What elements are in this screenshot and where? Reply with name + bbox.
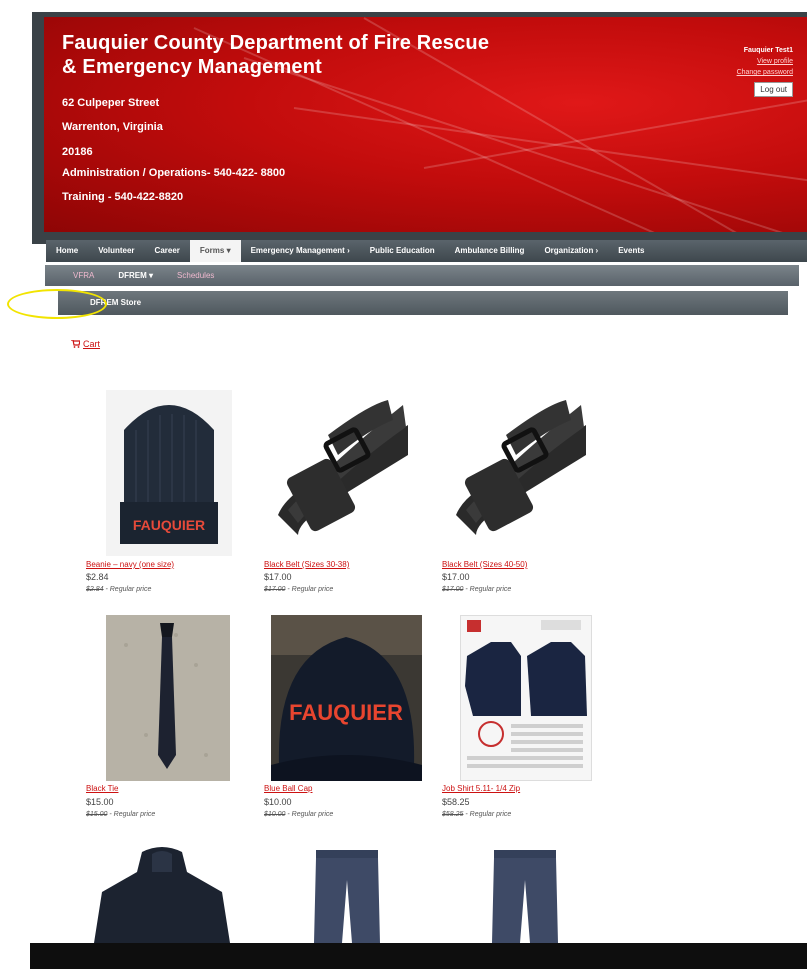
product-price: $17.00: [264, 572, 292, 582]
product-image-blue-ball-cap[interactable]: FAUQUIER: [271, 615, 422, 781]
address-street: 62 Culpeper Street: [62, 97, 160, 109]
change-password-link[interactable]: Change password: [737, 67, 793, 78]
main-nav: Home Volunteer Career Forms ▾ Emergency …: [46, 240, 807, 262]
site-title-line1: Fauquier County Department of Fire Rescu…: [62, 32, 490, 54]
sub-nav: VFRA DFREM ▾ Schedules: [45, 265, 799, 286]
user-name: Fauquier Test1: [743, 47, 793, 54]
nav-public-education[interactable]: Public Education: [360, 240, 445, 262]
product-name-link[interactable]: Job Shirt 5.11- 1/4 Zip: [442, 784, 520, 793]
product-price: $10.00: [264, 797, 292, 807]
subnav-dfrem[interactable]: DFREM ▾: [106, 271, 165, 280]
product-image-belt-40-50[interactable]: [446, 395, 591, 551]
nav-emergency-management[interactable]: Emergency Management ›: [241, 240, 360, 262]
product-image-black-tie[interactable]: [106, 615, 230, 781]
product-image-belt-30-38[interactable]: [268, 395, 413, 551]
header-banner: Fauquier County Department of Fire Rescu…: [44, 17, 807, 232]
cart-label: Cart: [83, 339, 101, 349]
subnav-schedules[interactable]: Schedules: [165, 271, 226, 280]
product-image-jacket[interactable]: [92, 842, 232, 943]
nav-ambulance-billing[interactable]: Ambulance Billing: [445, 240, 535, 262]
subsub-nav: DFREM Store: [58, 291, 788, 315]
site-title[interactable]: Fauquier County Department of Fire Rescu…: [62, 31, 489, 79]
site-title-line2: & Emergency Management: [62, 56, 323, 78]
product-image-pants[interactable]: [312, 850, 382, 943]
highlight-circle: [7, 289, 107, 319]
nav-career[interactable]: Career: [145, 240, 190, 262]
beanie-print-text: FAUQUIER: [133, 517, 205, 533]
subnav-vfra[interactable]: VFRA: [61, 271, 106, 280]
product-price: $2.84: [86, 572, 109, 582]
nav-forms[interactable]: Forms ▾: [189, 240, 241, 262]
cap-print-text: FAUQUIER: [289, 700, 403, 725]
product-image-beanie[interactable]: FAUQUIER: [106, 390, 232, 556]
phone-training: Training - 540-422-8820: [62, 191, 184, 203]
product-regular-price: $2.84 - Regular price: [86, 586, 152, 593]
user-box: Fauquier Test1 View profile Change passw…: [737, 45, 793, 97]
product-name-link[interactable]: Black Tie: [86, 784, 118, 793]
product-name-link[interactable]: Black Belt (Sizes 30-38): [264, 560, 349, 569]
product-name-link[interactable]: Black Belt (Sizes 40-50): [442, 560, 527, 569]
nav-organization[interactable]: Organization ›: [534, 240, 608, 262]
cart-icon: [71, 340, 80, 348]
product-regular-price: $17.00 - Regular price: [442, 586, 512, 593]
nav-volunteer[interactable]: Volunteer: [88, 240, 144, 262]
product-price: $17.00: [442, 572, 470, 582]
product-price: $15.00: [86, 797, 114, 807]
logout-button[interactable]: Log out: [754, 82, 793, 97]
product-regular-price: $17.00 - Regular price: [264, 586, 334, 593]
product-price: $58.25: [442, 797, 470, 807]
footer-bar: [30, 943, 807, 969]
nav-events[interactable]: Events: [608, 240, 654, 262]
nav-home[interactable]: Home: [46, 240, 88, 262]
cart-link[interactable]: Cart: [71, 339, 100, 349]
product-regular-price: $10.00 - Regular price: [264, 811, 334, 818]
address-zip: 20186: [62, 146, 93, 158]
view-profile-link[interactable]: View profile: [737, 56, 793, 67]
address-city: Warrenton, Virginia: [62, 121, 163, 133]
product-image-pants[interactable]: [490, 850, 560, 943]
product-name-link[interactable]: Beanie – navy (one size): [86, 560, 174, 569]
product-name-link[interactable]: Blue Ball Cap: [264, 784, 312, 793]
product-regular-price: $15.00 - Regular price: [86, 811, 156, 818]
phone-admin: Administration / Operations- 540-422- 88…: [62, 167, 286, 179]
product-regular-price: $58.25 - Regular price: [442, 811, 512, 818]
product-image-job-shirt[interactable]: [460, 615, 592, 781]
